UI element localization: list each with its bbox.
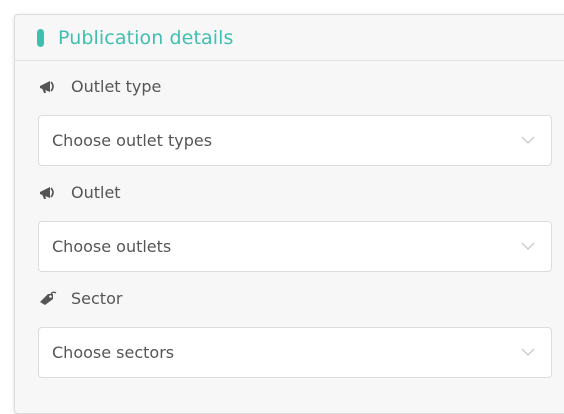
outlet-type-placeholder: Choose outlet types: [52, 131, 213, 150]
outlet-type-label-text: Outlet type: [71, 77, 162, 96]
outlet-placeholder: Choose outlets: [52, 237, 172, 256]
sector-placeholder: Choose sectors: [52, 343, 175, 362]
sector-label: Sector: [39, 289, 122, 308]
publication-details-panel: Publication details Outlet type Choose o…: [14, 14, 564, 414]
panel-title: Publication details: [58, 26, 234, 49]
outlet-type-label: Outlet type: [39, 77, 161, 96]
megaphone-icon: [39, 185, 57, 201]
sector-label-text: Sector: [71, 289, 123, 308]
outlet-select[interactable]: Choose outlets: [38, 221, 552, 272]
outlet-label: Outlet: [39, 183, 121, 202]
header-accent-bar: [37, 28, 44, 47]
megaphone-icon: [39, 79, 57, 95]
tag-icon: [39, 291, 57, 307]
panel-header: Publication details: [15, 15, 564, 61]
sector-select[interactable]: Choose sectors: [38, 327, 552, 378]
outlet-label-text: Outlet: [71, 183, 121, 202]
chevron-down-icon: [521, 136, 535, 144]
outlet-type-select[interactable]: Choose outlet types: [38, 115, 552, 166]
chevron-down-icon: [521, 242, 535, 250]
chevron-down-icon: [521, 348, 535, 356]
